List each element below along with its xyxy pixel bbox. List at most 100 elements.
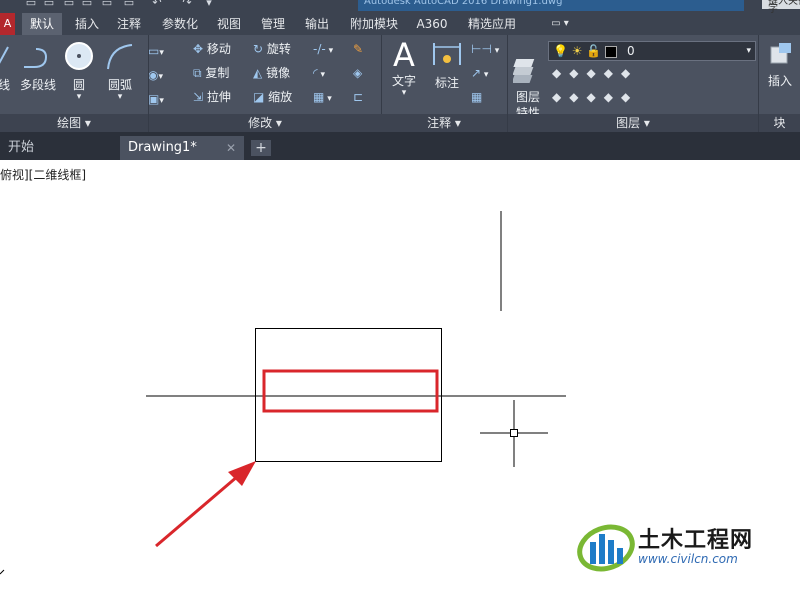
highlight-box [262,369,439,413]
layer-isolate-icon: ◆ [552,66,570,80]
insert-block-tool[interactable]: 插入 [763,41,797,89]
line-tool[interactable]: 线 [0,43,14,93]
save-as-icon[interactable]: ▭ [80,0,94,10]
stretch-icon: ⇲ [193,90,204,104]
chevron-down-icon: ▾ [746,46,751,56]
tab-a360[interactable]: A360 [412,13,452,35]
new-icon[interactable]: ▭ [24,0,38,10]
line-icon [0,46,9,64]
tab-manage[interactable]: 管理 [256,13,290,35]
dimension-tool[interactable]: 标注 [429,39,465,91]
layer-state-icon: ◆ [620,66,639,80]
dimension-icon [433,43,461,65]
new-tab-button[interactable]: + [251,140,271,156]
text-icon: A [393,36,415,74]
mirror-tool[interactable]: ◭ 镜像 [253,65,290,81]
file-tab-drawing1[interactable]: Drawing1* ✕ [120,136,244,160]
layer-properties-icon [511,59,535,83]
lock-icon: 🔓 [586,44,602,58]
arc-dropdown-icon[interactable]: ▾ [102,93,138,102]
trim-icon: -/- [313,42,326,56]
scale-icon: ◪ [253,90,265,104]
erase-tool[interactable]: ✎ [353,41,363,57]
layer-tools-row-1[interactable]: ◆◆◆◆◆ [552,65,638,81]
watermark: 土木工程网 www.civilcn.com [576,512,756,582]
tab-home[interactable]: 默认 [22,13,62,35]
window-title: Autodesk AutoCAD 2016 Drawing1.dwg [358,0,744,11]
layers-panel: 图层 特性 💡 ☀ 🔓 0 ▾ ◆◆◆◆◆ ◆◆◆◆◆ 图层 ▾ [508,35,759,132]
modify-panel-title[interactable]: 修改 ▾ [149,114,381,132]
file-tab-start[interactable]: 开始 [0,136,110,160]
erase-icon: ✎ [353,42,364,56]
block-panel: 插入 块 [759,35,800,132]
leader-tool[interactable]: ↗ ▾ [471,65,488,83]
tab-overflow-button[interactable]: ▭ ▾ [540,13,580,35]
layer-off-icon: ◆ [569,66,587,80]
close-icon[interactable]: ✕ [226,136,236,160]
arc-tool[interactable]: 圆弧 ▾ [102,41,138,102]
circle-dropdown-icon[interactable]: ▾ [62,93,96,102]
application-menu-button[interactable]: A [0,13,15,35]
explode-tool[interactable]: ◈ [353,65,362,81]
tab-parametric[interactable]: 参数化 [156,13,204,35]
fillet-tool[interactable]: ◜ ▾ [313,65,325,83]
annotation-panel: A 文字 ▾ 标注 ⊢⊣ ▾ ↗ ▾ ▦ 注释 ▾ [381,35,508,132]
modify-panel: ✥ 移动 ↻ 旋转 ⧉ 复制 ◭ 镜像 ⇲ 拉伸 ◪ 缩放 -/- ▾ ◜ ▾ … [148,35,382,132]
table-tool[interactable]: ▦ [471,89,482,105]
ribbon: 线 多段线 圆 ▾ 圆弧 ▾ ▭▾ ◉▾ ▣▾ 绘图 ▾ ✥ 移动 ↻ 旋转 ⧉… [0,35,800,132]
light-bulb-icon: 💡 [553,44,568,58]
civilcn-logo-icon [577,524,635,572]
plot-icon[interactable]: ▭ [100,0,114,10]
offset-icon: ⊏ [353,90,364,104]
tab-view[interactable]: 视图 [212,13,246,35]
draw-panel-title[interactable]: 绘图 ▾ [0,114,148,132]
stretch-tool[interactable]: ⇲ 拉伸 [193,89,231,105]
layer-dropdown[interactable]: 💡 ☀ 🔓 0 ▾ [548,41,756,61]
print-icon[interactable]: ▭ [122,0,136,10]
file-tab-bar: 开始 Drawing1* ✕ + [0,132,800,162]
leader-icon: ↗ [471,66,482,80]
redo-icon[interactable]: ↷ [180,0,194,10]
undo-icon[interactable]: ↶ [150,0,164,10]
qat-dropdown-icon[interactable]: ▾ [202,0,216,10]
pointer-arrow [155,461,256,548]
copy-icon: ⧉ [193,66,202,80]
annotation-panel-title[interactable]: 注释 ▾ [381,114,507,132]
ribbon-tab-bar: A 默认 插入 注释 参数化 视图 管理 输出 附加模块 A360 精选应用 ▭… [0,13,800,35]
crosshair-cursor [480,400,548,467]
search-input[interactable]: 键入关键字 [762,0,800,13]
tab-output[interactable]: 输出 [300,13,334,35]
move-tool[interactable]: ✥ 移动 [193,41,231,57]
layer-tools-row-2[interactable]: ◆◆◆◆◆ [552,89,638,105]
draw-panel: 线 多段线 圆 ▾ 圆弧 ▾ ▭▾ ◉▾ ▣▾ 绘图 ▾ [0,35,164,132]
offset-tool[interactable]: ⊏ [353,89,363,105]
linear-dimension-icon: ⊢⊣ [471,42,492,56]
drawing-area[interactable]: 俯视][二维线框] 土木工程网 www.civilcn.com [0,160,800,600]
circle-tool[interactable]: 圆 ▾ [62,41,96,102]
tab-insert[interactable]: 插入 [70,13,104,35]
text-tool[interactable]: A 文字 ▾ [389,36,419,98]
tab-add-ins[interactable]: 附加模块 [344,13,404,35]
layer-match-icon: ◆ [552,90,570,104]
watermark-title: 土木工程网 [638,528,754,553]
layers-panel-title[interactable]: 图层 ▾ [508,114,758,132]
array-icon: ▦ [313,90,325,104]
scale-tool[interactable]: ◪ 缩放 [253,89,292,105]
save-icon[interactable]: ▭ [62,0,76,10]
linear-dim-tool[interactable]: ⊢⊣ ▾ [471,41,499,59]
block-panel-title[interactable]: 块 [759,114,800,132]
layer-thaw-icon: ◆ [586,90,604,104]
array-tool[interactable]: ▦ ▾ [313,89,332,107]
polyline-tool[interactable]: 多段线 [18,43,58,93]
rectangle-shape[interactable] [255,328,442,462]
move-icon: ✥ [193,42,204,56]
tab-annotate[interactable]: 注释 [112,13,146,35]
trim-tool[interactable]: -/- ▾ [313,41,333,59]
rotate-tool[interactable]: ↻ 旋转 [253,41,291,57]
tab-featured-apps[interactable]: 精选应用 [462,13,522,35]
open-icon[interactable]: ▭ [42,0,56,10]
watermark-url: www.civilcn.com [638,552,738,566]
title-bar: ▭ ▭ ▭ ▭ ▭ ▭ ↶ ↷ ▾ Autodesk AutoCAD 2016 … [0,0,800,13]
copy-tool[interactable]: ⧉ 复制 [193,65,229,81]
text-dropdown-icon[interactable]: ▾ [389,89,419,98]
